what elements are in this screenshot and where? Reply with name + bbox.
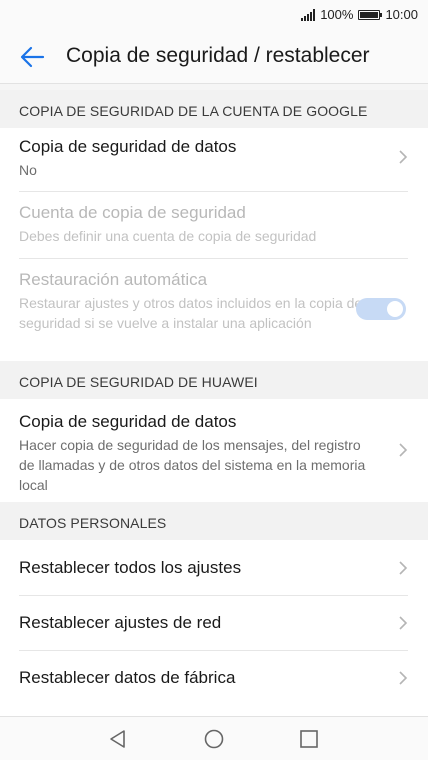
reset-network-settings-item[interactable]: Restablecer ajustes de red [0, 595, 428, 650]
app-bar: Copia de seguridad / restablecer [0, 30, 428, 84]
clock: 10:00 [385, 7, 418, 22]
item-subtitle: Restaurar ajustes y otros datos incluido… [19, 295, 363, 331]
google-backup-data-item[interactable]: Copia de seguridad de datos No [0, 128, 428, 191]
battery-icon [358, 9, 383, 20]
signal-icon [301, 8, 316, 21]
recents-square-icon[interactable] [297, 727, 321, 751]
back-arrow-icon[interactable] [18, 43, 46, 71]
chevron-right-icon [399, 443, 408, 457]
back-triangle-icon[interactable] [106, 727, 130, 751]
status-indicators: 100% 10:00 [301, 7, 418, 22]
item-subtitle: Hacer copia de seguridad de los mensajes… [19, 437, 366, 493]
page-title: Copia de seguridad / restablecer [66, 44, 370, 67]
auto-restore-toggle [356, 298, 406, 320]
reset-all-settings-item[interactable]: Restablecer todos los ajustes [0, 540, 428, 595]
section-header-huawei: COPIA DE SEGURIDAD DE HUAWEI [0, 361, 428, 399]
item-title: Cuenta de copia de seguridad [19, 203, 246, 222]
item-title: Restablecer ajustes de red [19, 613, 222, 632]
backup-account-item: Cuenta de copia de seguridad Debes defin… [0, 191, 428, 258]
chevron-right-icon [399, 616, 408, 630]
battery-percent: 100% [320, 7, 354, 22]
item-title: Copia de seguridad de datos [19, 412, 237, 431]
status-bar: 100% 10:00 [0, 0, 428, 30]
item-subtitle: Debes definir una cuenta de copia de seg… [19, 228, 317, 244]
chevron-right-icon [399, 150, 408, 164]
section-header-personal: DATOS PERSONALES [0, 502, 428, 540]
chevron-right-icon [399, 561, 408, 575]
item-subtitle: No [19, 162, 37, 178]
navigation-bar [0, 716, 428, 760]
auto-restore-item: Restauración automática Restaurar ajuste… [0, 258, 428, 361]
chevron-right-icon [399, 671, 408, 685]
home-circle-icon[interactable] [202, 727, 226, 751]
item-title: Restauración automática [19, 270, 208, 289]
item-title: Restablecer todos los ajustes [19, 558, 242, 577]
section-header-google: COPIA DE SEGURIDAD DE LA CUENTA DE GOOGL… [0, 90, 428, 128]
factory-reset-item[interactable]: Restablecer datos de fábrica [0, 650, 428, 705]
item-title: Restablecer datos de fábrica [19, 668, 236, 687]
huawei-backup-data-item[interactable]: Copia de seguridad de datos Hacer copia … [0, 399, 428, 502]
huawei-backup-list: Copia de seguridad de datos Hacer copia … [0, 399, 428, 502]
google-backup-list: Copia de seguridad de datos No Cuenta de… [0, 128, 428, 361]
personal-data-list: Restablecer todos los ajustes Restablece… [0, 540, 428, 716]
item-title: Copia de seguridad de datos [19, 137, 237, 156]
